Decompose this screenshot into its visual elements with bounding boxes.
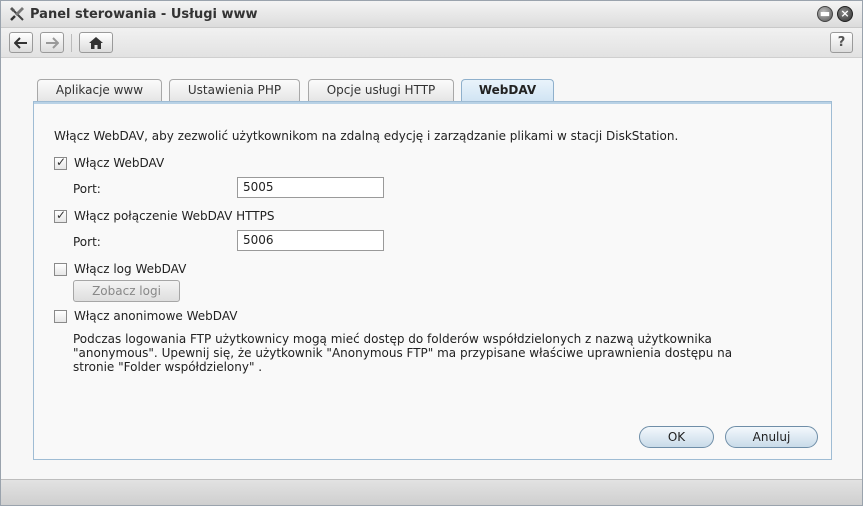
help-icon: ? xyxy=(837,35,846,50)
port-label: Port: xyxy=(73,182,101,196)
https-port-input[interactable]: 5006 xyxy=(237,230,384,251)
https-port-label: Port: xyxy=(73,235,101,249)
cancel-button[interactable]: Anuluj xyxy=(725,426,818,448)
status-bar xyxy=(1,479,862,505)
enable-anonymous-row[interactable]: Włącz anonimowe WebDAV xyxy=(54,309,237,323)
toolbar: ? xyxy=(1,28,862,58)
tab-webdav[interactable]: WebDAV xyxy=(461,79,554,103)
ok-button[interactable]: OK xyxy=(639,426,714,448)
enable-https-label: Włącz połączenie WebDAV HTTPS xyxy=(74,209,275,223)
tools-icon xyxy=(10,7,24,21)
toolbar-separator xyxy=(71,34,72,52)
webdav-description: Włącz WebDAV, aby zezwolić użytkownikom … xyxy=(54,129,679,143)
back-button[interactable] xyxy=(9,32,33,53)
enable-anonymous-checkbox[interactable] xyxy=(54,309,67,323)
enable-webdav-label: Włącz WebDAV xyxy=(74,156,165,170)
arrow-right-icon xyxy=(46,36,59,49)
enable-https-row[interactable]: Włącz połączenie WebDAV HTTPS xyxy=(54,208,275,223)
enable-log-label: Włącz log WebDAV xyxy=(74,262,187,276)
window-title: Panel sterowania - Usługi www xyxy=(30,7,258,22)
webdav-port-input[interactable]: 5005 xyxy=(237,177,384,198)
view-logs-button[interactable]: Zobacz logi xyxy=(73,280,180,302)
control-panel-window: Panel sterowania - Usługi www ▬ × ? Apli… xyxy=(0,0,863,506)
webdav-panel: Włącz WebDAV, aby zezwolić użytkownikom … xyxy=(33,101,832,460)
close-icon[interactable]: × xyxy=(837,6,853,22)
enable-webdav-checkbox[interactable] xyxy=(54,155,67,170)
tab-php-settings[interactable]: Ustawienia PHP xyxy=(169,79,300,102)
title-bar[interactable]: Panel sterowania - Usługi www ▬ × xyxy=(1,1,862,28)
enable-log-checkbox[interactable] xyxy=(54,262,67,276)
enable-https-checkbox[interactable] xyxy=(54,208,67,223)
main-content: Aplikacje www Ustawienia PHP Opcje usług… xyxy=(1,59,862,479)
enable-anonymous-label: Włącz anonimowe WebDAV xyxy=(74,309,238,323)
panel-divider xyxy=(34,102,831,104)
help-button[interactable]: ? xyxy=(830,32,853,53)
enable-log-row[interactable]: Włącz log WebDAV xyxy=(54,262,186,276)
anonymous-note: Podczas logowania FTP użytkownicy mogą m… xyxy=(73,332,733,374)
arrow-left-icon xyxy=(14,36,27,49)
tab-http-options[interactable]: Opcje usługi HTTP xyxy=(308,79,454,102)
minimize-icon[interactable]: ▬ xyxy=(817,6,833,22)
home-icon xyxy=(89,36,103,49)
enable-webdav-row[interactable]: Włącz WebDAV xyxy=(54,155,165,170)
home-button[interactable] xyxy=(79,32,113,53)
tab-web-applications[interactable]: Aplikacje www xyxy=(37,79,162,102)
forward-button[interactable] xyxy=(40,32,64,53)
